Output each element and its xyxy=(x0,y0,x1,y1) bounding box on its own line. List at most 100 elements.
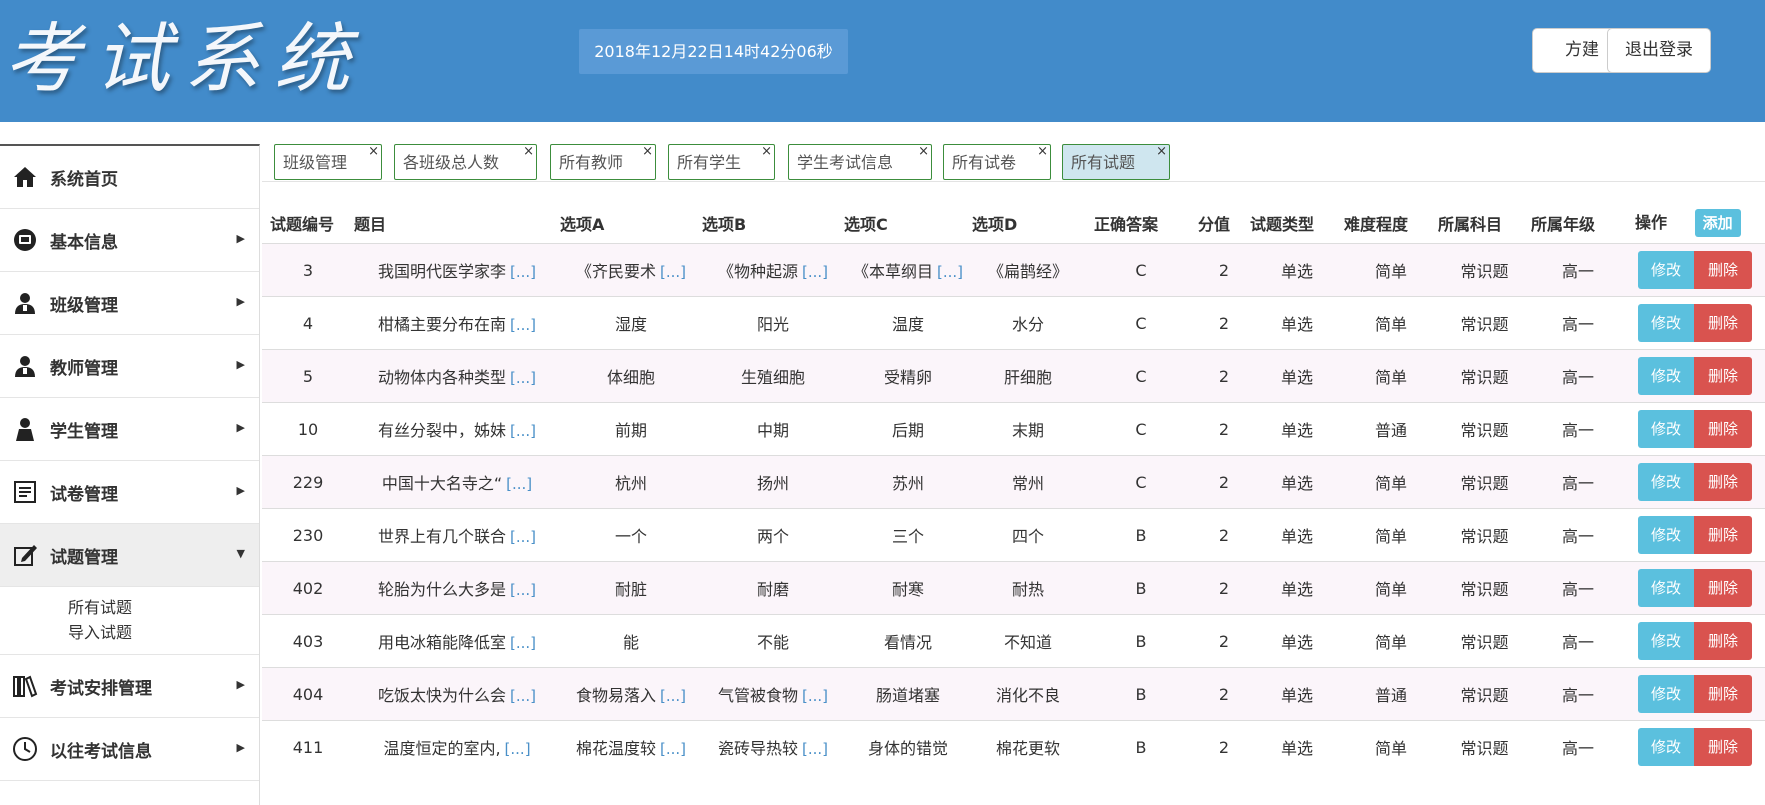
close-icon[interactable]: × xyxy=(523,134,534,170)
table-cell-answer: C xyxy=(1084,402,1198,456)
tab-all-students[interactable]: 所有学生 × xyxy=(668,144,775,180)
cell-text: 耐热 xyxy=(1011,580,1044,599)
edit-button[interactable]: 修改 xyxy=(1638,622,1694,660)
expand-link[interactable]: [...] xyxy=(660,687,686,705)
submenu-item-import-questions[interactable]: 导入试题 xyxy=(68,619,132,643)
sidebar-item-home[interactable]: 系统首页 xyxy=(0,146,259,209)
table-cell-b: 《物种起源 [...] xyxy=(702,243,844,297)
table-cell-c: 三个 xyxy=(844,508,972,562)
expand-link[interactable]: [...] xyxy=(510,581,536,599)
logout-button[interactable]: 退出登录 xyxy=(1607,28,1711,73)
table-header-row: 试题编号 题目 选项A 选项B 选项C 选项D 正确答案 分值 试题类型 难度程… xyxy=(262,203,1765,244)
expand-link[interactable]: [...] xyxy=(510,263,536,281)
delete-button[interactable]: 删除 xyxy=(1694,251,1752,289)
table-cell-difficulty: 普通 xyxy=(1344,402,1438,456)
expand-link[interactable]: [...] xyxy=(660,740,686,758)
edit-button[interactable]: 修改 xyxy=(1638,251,1694,289)
close-icon[interactable]: × xyxy=(1037,134,1048,170)
table-cell-id: 3 xyxy=(262,243,354,297)
tab-label: 所有试卷 xyxy=(952,153,1017,172)
column-header: 分值 xyxy=(1198,215,1231,234)
table-cell-b: 扬州 xyxy=(702,455,844,509)
table-cell-d: 棉花更软 xyxy=(972,720,1084,773)
table-cell-answer: B xyxy=(1084,561,1198,615)
delete-button[interactable]: 删除 xyxy=(1694,675,1752,713)
close-icon[interactable]: × xyxy=(918,134,929,170)
edit-button[interactable]: 修改 xyxy=(1638,516,1694,554)
tab-class-totals[interactable]: 各班级总人数 × xyxy=(394,144,537,180)
tab-all-papers[interactable]: 所有试卷 × xyxy=(943,144,1051,180)
tab-label: 所有试题 xyxy=(1071,153,1136,172)
sidebar-item-student-management[interactable]: 学生管理 ▶ xyxy=(0,398,259,461)
edit-button[interactable]: 修改 xyxy=(1638,304,1694,342)
cell-text: 10 xyxy=(297,419,319,439)
edit-button[interactable]: 修改 xyxy=(1638,675,1694,713)
delete-button[interactable]: 删除 xyxy=(1694,622,1752,660)
tab-all-teachers[interactable]: 所有教师 × xyxy=(550,144,656,180)
edit-button[interactable]: 修改 xyxy=(1638,357,1694,395)
close-icon[interactable]: × xyxy=(1156,134,1167,170)
delete-button[interactable]: 删除 xyxy=(1694,410,1752,448)
expand-link[interactable]: [...] xyxy=(510,634,536,652)
delete-button[interactable]: 删除 xyxy=(1694,516,1752,554)
table-cell-title: 我国明代医学家李 [...] xyxy=(354,243,560,297)
delete-button[interactable]: 删除 xyxy=(1694,728,1752,766)
expand-link[interactable]: [...] xyxy=(660,263,686,281)
table-cell-actions: 修改 删除 xyxy=(1625,720,1765,773)
close-icon[interactable]: × xyxy=(368,134,379,170)
expand-link[interactable]: [...] xyxy=(510,316,536,334)
cell-text: 肝细胞 xyxy=(1003,368,1052,387)
edit-button[interactable]: 修改 xyxy=(1638,463,1694,501)
table-cell-id: 5 xyxy=(262,349,354,403)
expand-link[interactable]: [...] xyxy=(510,422,536,440)
add-question-button[interactable]: 添加 xyxy=(1694,209,1741,237)
sidebar-item-class-management[interactable]: 班级管理 ▶ xyxy=(0,272,259,335)
delete-button[interactable]: 删除 xyxy=(1694,357,1752,395)
tab-student-exam-info[interactable]: 学生考试信息 × xyxy=(788,144,932,180)
delete-button[interactable]: 删除 xyxy=(1694,463,1752,501)
header-bar: 考试系统 2018年12月22日14时42分06秒 方建 退出登录 xyxy=(0,0,1765,122)
expand-link[interactable]: [...] xyxy=(937,263,963,281)
table-cell-type: 单选 xyxy=(1250,296,1344,350)
table-cell-difficulty: 普通 xyxy=(1344,667,1438,721)
delete-button[interactable]: 删除 xyxy=(1694,569,1752,607)
expand-link[interactable]: [...] xyxy=(510,528,536,546)
table-cell-difficulty: 简单 xyxy=(1344,720,1438,773)
close-icon[interactable]: × xyxy=(642,134,653,170)
expand-link[interactable]: [...] xyxy=(506,475,532,493)
clock-icon xyxy=(13,737,37,761)
expand-link[interactable]: [...] xyxy=(505,740,531,758)
cell-text: B xyxy=(1135,631,1147,651)
sidebar-item-question-management[interactable]: 试题管理 ▼ xyxy=(0,524,259,587)
sidebar-item-exam-paper-management[interactable]: 试卷管理 ▶ xyxy=(0,461,259,524)
expand-link[interactable]: [...] xyxy=(802,263,828,281)
submenu-item-all-questions[interactable]: 所有试题 xyxy=(68,594,132,618)
edit-button[interactable]: 修改 xyxy=(1638,569,1694,607)
table-cell-id: 230 xyxy=(262,508,354,562)
cell-text: 消化不良 xyxy=(995,686,1060,705)
table-cell-c: 受精卵 xyxy=(844,349,972,403)
sidebar-item-exam-schedule[interactable]: 考试安排管理 ▶ xyxy=(0,655,259,718)
delete-button[interactable]: 删除 xyxy=(1694,304,1752,342)
tab-all-questions[interactable]: 所有试题 × xyxy=(1062,144,1170,180)
edit-button[interactable]: 修改 xyxy=(1638,410,1694,448)
tab-class-management[interactable]: 班级管理 × xyxy=(274,144,382,180)
expand-link[interactable]: [...] xyxy=(510,687,536,705)
cell-text: 403 xyxy=(292,631,324,651)
sidebar: 系统首页 基本信息 ▶ 班级管理 ▶ 教师管理 ▶ 学生管理 ▶ 试卷管理 ▶ … xyxy=(0,144,260,805)
sidebar-item-past-exams[interactable]: 以往考试信息 ▶ xyxy=(0,718,259,781)
close-icon[interactable]: × xyxy=(761,134,772,170)
table-cell-difficulty: 简单 xyxy=(1344,296,1438,350)
cell-text: 简单 xyxy=(1374,262,1407,281)
column-header: 选项A xyxy=(560,215,605,234)
sidebar-item-label: 试卷管理 xyxy=(50,485,118,505)
column-header: 题目 xyxy=(354,215,387,234)
sidebar-item-teacher-management[interactable]: 教师管理 ▶ xyxy=(0,335,259,398)
tab-label: 所有教师 xyxy=(559,153,624,172)
edit-button[interactable]: 修改 xyxy=(1638,728,1694,766)
expand-link[interactable]: [...] xyxy=(802,687,828,705)
expand-link[interactable]: [...] xyxy=(802,740,828,758)
expand-link[interactable]: [...] xyxy=(510,369,536,387)
cell-text: C xyxy=(1135,366,1147,386)
sidebar-item-basic-info[interactable]: 基本信息 ▶ xyxy=(0,209,259,272)
